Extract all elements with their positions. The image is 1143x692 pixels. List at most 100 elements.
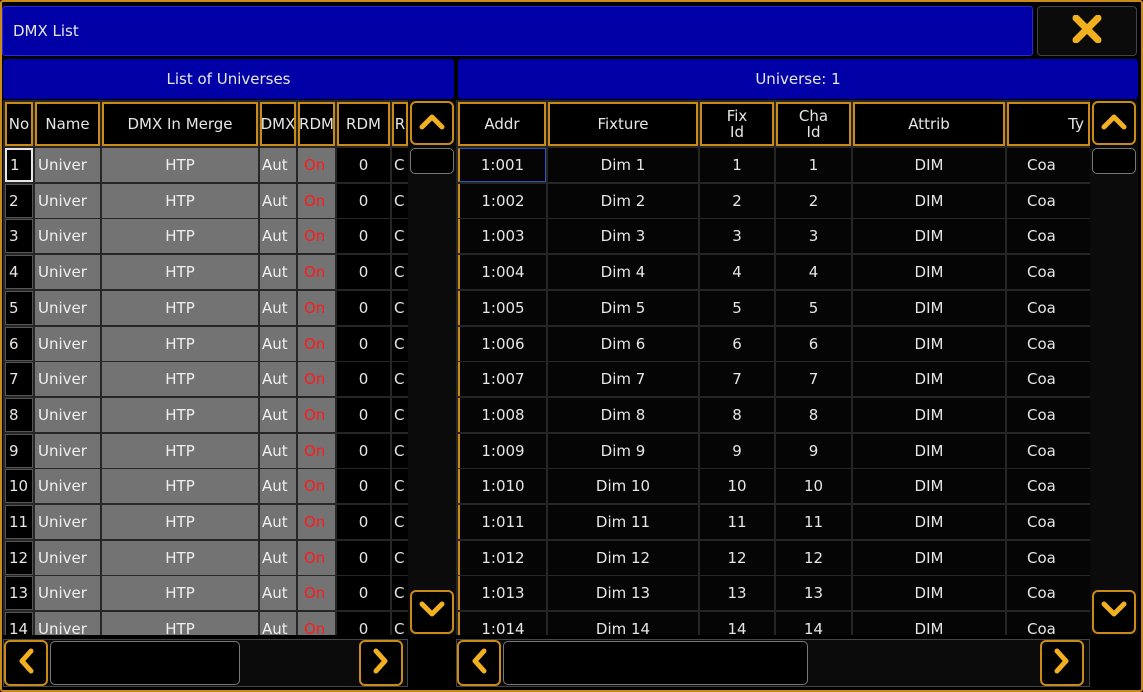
universe-cell-merge[interactable]: HTP [102, 183, 258, 218]
channel-cell-fixid[interactable]: 7 [700, 362, 774, 397]
channel-cell-fixture[interactable]: Dim 13 [548, 576, 698, 611]
universe-cell-name[interactable]: Univer [35, 255, 100, 290]
channel-cell-chaid[interactable]: 13 [776, 576, 851, 611]
universe-cell-dmx[interactable]: Aut [260, 397, 296, 432]
universe-cell-r[interactable]: C [392, 362, 408, 397]
universe-cell-name[interactable]: Univer [35, 148, 100, 182]
left-scroll-up-button[interactable] [410, 101, 454, 145]
universe-cell-dmx[interactable]: Aut [260, 576, 296, 611]
channel-cell-fixid[interactable]: 4 [700, 255, 774, 290]
right-scroll-down-button[interactable] [1092, 590, 1136, 634]
universe-cell-dmx[interactable]: Aut [260, 219, 296, 254]
channel-cell-addr[interactable]: 1:011 [458, 505, 546, 539]
channel-cell-chaid[interactable]: 12 [776, 540, 851, 575]
universe-cell-merge[interactable]: HTP [102, 505, 258, 539]
channel-cell-ty[interactable]: Coa [1007, 469, 1090, 504]
window-titlebar[interactable]: DMX List [2, 6, 1033, 56]
universe-cell-no[interactable]: 7 [5, 362, 33, 397]
channel-cell-fixture[interactable]: Dim 5 [548, 290, 698, 325]
channel-cell-addr[interactable]: 1:003 [458, 219, 546, 254]
universe-cell-no[interactable]: 11 [5, 505, 33, 539]
universe-cell-no[interactable]: 9 [5, 433, 33, 468]
channel-cell-ty[interactable]: Coa [1007, 362, 1090, 397]
universe-cell-r[interactable]: C [392, 397, 408, 432]
universe-cell-r[interactable]: C [392, 469, 408, 504]
universe-cell-rdm[interactable]: On [298, 397, 335, 432]
right-hscroll-thumb[interactable] [503, 641, 808, 685]
channel-cell-attrib[interactable]: DIM [853, 148, 1005, 182]
channel-cell-attrib[interactable]: DIM [853, 255, 1005, 290]
channel-cell-chaid[interactable]: 10 [776, 469, 851, 504]
universe-cell-rdm[interactable]: On [298, 576, 335, 611]
universe-cell-merge[interactable]: HTP [102, 612, 258, 635]
left-scroll-right-button[interactable] [359, 640, 403, 686]
channel-cell-ty[interactable]: Coa [1007, 397, 1090, 432]
universe-cell-r[interactable]: C [392, 505, 408, 539]
universe-cell-rdmc[interactable]: 0 [337, 148, 390, 182]
universe-cell-dmx[interactable]: Aut [260, 148, 296, 182]
channel-cell-fixture[interactable]: Dim 4 [548, 255, 698, 290]
channel-cell-chaid[interactable]: 11 [776, 505, 851, 539]
universe-cell-rdmc[interactable]: 0 [337, 183, 390, 218]
channel-cell-attrib[interactable]: DIM [853, 469, 1005, 504]
universe-cell-rdmc[interactable]: 0 [337, 469, 390, 504]
channel-cell-fixture[interactable]: Dim 9 [548, 433, 698, 468]
right-vscroll-track[interactable] [1090, 100, 1138, 635]
universe-cell-no[interactable]: 10 [5, 469, 33, 504]
universe-cell-no[interactable]: 5 [5, 290, 33, 325]
channel-col-header-addr[interactable]: Addr [458, 102, 546, 146]
universe-cell-rdm[interactable]: On [298, 433, 335, 468]
universe-cell-rdm[interactable]: On [298, 540, 335, 575]
universe-cell-name[interactable]: Univer [35, 362, 100, 397]
channel-cell-ty[interactable]: Coa [1007, 612, 1090, 635]
universe-cell-rdmc[interactable]: 0 [337, 290, 390, 325]
channel-cell-addr[interactable]: 1:012 [458, 540, 546, 575]
universe-cell-r[interactable]: C [392, 148, 408, 182]
universe-cell-merge[interactable]: HTP [102, 397, 258, 432]
channel-col-header-attrib[interactable]: Attrib [853, 102, 1005, 146]
channel-cell-ty[interactable]: Coa [1007, 183, 1090, 218]
universe-cell-rdmc[interactable]: 0 [337, 505, 390, 539]
universe-cell-merge[interactable]: HTP [102, 148, 258, 182]
channel-cell-fixid[interactable]: 10 [700, 469, 774, 504]
channel-cell-fixture[interactable]: Dim 1 [548, 148, 698, 182]
universe-cell-dmx[interactable]: Aut [260, 612, 296, 635]
channel-cell-fixid[interactable]: 3 [700, 219, 774, 254]
universe-cell-rdm[interactable]: On [298, 255, 335, 290]
channel-cell-fixid[interactable]: 8 [700, 397, 774, 432]
channel-cell-chaid[interactable]: 14 [776, 612, 851, 635]
universe-col-header-name[interactable]: Name [35, 102, 100, 146]
channel-cell-attrib[interactable]: DIM [853, 183, 1005, 218]
channel-cell-attrib[interactable]: DIM [853, 397, 1005, 432]
left-scroll-down-button[interactable] [410, 590, 454, 634]
universe-cell-merge[interactable]: HTP [102, 469, 258, 504]
universe-cell-name[interactable]: Univer [35, 505, 100, 539]
universe-cell-merge[interactable]: HTP [102, 576, 258, 611]
channel-cell-ty[interactable]: Coa [1007, 148, 1090, 182]
universe-cell-name[interactable]: Univer [35, 576, 100, 611]
channel-cell-fixture[interactable]: Dim 12 [548, 540, 698, 575]
universe-cell-merge[interactable]: HTP [102, 290, 258, 325]
channel-cell-attrib[interactable]: DIM [853, 576, 1005, 611]
channel-cell-fixid[interactable]: 13 [700, 576, 774, 611]
channel-cell-fixid[interactable]: 5 [700, 290, 774, 325]
universe-cell-rdmc[interactable]: 0 [337, 433, 390, 468]
universe-col-header-no[interactable]: No [5, 102, 33, 146]
channel-cell-ty[interactable]: Coa [1007, 290, 1090, 325]
universe-col-header-rdm[interactable]: RDM [298, 102, 335, 146]
universe-cell-dmx[interactable]: Aut [260, 362, 296, 397]
channel-cell-fixture[interactable]: Dim 8 [548, 397, 698, 432]
universe-cell-no[interactable]: 2 [5, 183, 33, 218]
channel-cell-ty[interactable]: Coa [1007, 505, 1090, 539]
universe-cell-r[interactable]: C [392, 576, 408, 611]
universe-col-header-rdmc[interactable]: RDM [337, 102, 390, 146]
channel-col-header-fixid[interactable]: Fix Id [700, 102, 774, 146]
channel-cell-attrib[interactable]: DIM [853, 219, 1005, 254]
channel-cell-chaid[interactable]: 9 [776, 433, 851, 468]
universe-cell-r[interactable]: C [392, 290, 408, 325]
channel-cell-chaid[interactable]: 2 [776, 183, 851, 218]
universe-cell-rdmc[interactable]: 0 [337, 219, 390, 254]
universe-cell-rdmc[interactable]: 0 [337, 540, 390, 575]
channel-cell-ty[interactable]: Coa [1007, 255, 1090, 290]
channel-cell-attrib[interactable]: DIM [853, 290, 1005, 325]
